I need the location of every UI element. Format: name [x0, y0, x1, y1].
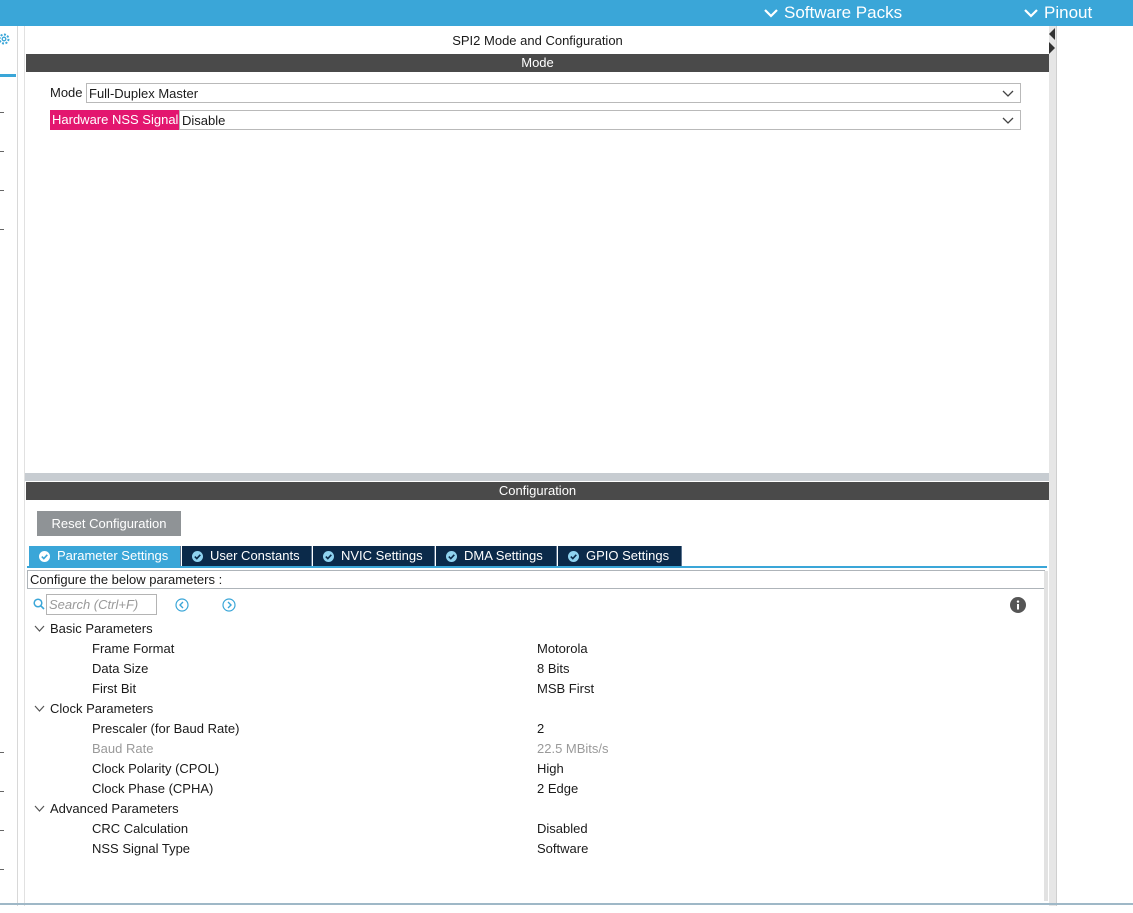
search-icon: [33, 598, 45, 610]
tab-dma-settings[interactable]: DMA Settings: [436, 546, 557, 566]
tab-label: NVIC Settings: [341, 548, 423, 563]
mode-label: Mode: [50, 85, 83, 100]
param-name: Prescaler (for Baud Rate): [92, 721, 240, 736]
param-value[interactable]: Disabled: [537, 819, 588, 839]
tree-group-basic-parameters[interactable]: Basic Parameters: [34, 619, 153, 639]
arrow-left-circle-icon[interactable]: [175, 598, 189, 612]
hardware-nss-signal-label: Hardware NSS Signal: [50, 110, 181, 130]
tab-underline: [27, 566, 1047, 568]
param-name: First Bit: [92, 681, 137, 696]
divider: [0, 791, 4, 792]
chevron-down-icon: [764, 9, 778, 18]
collapse-arrow-icon[interactable]: [1049, 28, 1056, 54]
hardware-nss-signal-select[interactable]: Disable: [179, 110, 1021, 130]
mode-select-value: Full-Duplex Master: [89, 86, 199, 101]
tree-group-clock-parameters[interactable]: Clock Parameters: [34, 699, 153, 719]
group-label: Clock Parameters: [50, 701, 154, 716]
window-bottom-border: [0, 903, 1133, 905]
tab-label: User Constants: [210, 548, 300, 563]
configuration-section-bar: Configuration: [26, 482, 1049, 500]
check-circle-icon: [568, 550, 579, 562]
divider: [0, 752, 4, 753]
tree-group-advanced-parameters[interactable]: Advanced Parameters: [34, 799, 179, 819]
panel-resize-gutter[interactable]: [1049, 26, 1056, 906]
top-toolbar: Software Packs Pinout: [0, 0, 1133, 26]
param-name: NSS Signal Type: [92, 841, 191, 856]
tab-parameter-settings[interactable]: Parameter Settings: [29, 546, 181, 566]
divider: [0, 830, 4, 831]
pinout-label: Pinout: [1044, 3, 1093, 22]
param-name: Frame Format: [92, 641, 175, 656]
param-name: Baud Rate: [92, 741, 154, 756]
spi2-mode-config-panel: SPI2 Mode and Configuration Mode Mode Fu…: [24, 26, 1050, 906]
param-value[interactable]: High: [537, 759, 564, 779]
selected-indicator: [0, 74, 16, 77]
param-value[interactable]: MSB First: [537, 679, 594, 699]
check-circle-icon: [323, 550, 334, 562]
param-value[interactable]: 2 Edge: [537, 779, 578, 799]
tab-user-constants[interactable]: User Constants: [182, 546, 312, 566]
divider: [0, 151, 4, 152]
configure-instructions: Configure the below parameters :: [27, 570, 1045, 589]
software-packs-label: Software Packs: [784, 3, 903, 22]
chevron-down-icon: [34, 705, 45, 712]
param-name: CRC Calculation: [92, 821, 189, 836]
right-pinout-pane: [1056, 26, 1133, 906]
param-name: Data Size: [92, 661, 149, 676]
divider: [0, 112, 4, 113]
param-value[interactable]: 2: [537, 719, 544, 739]
chevron-down-icon: [34, 805, 45, 812]
param-name: Clock Phase (CPHA): [92, 781, 214, 796]
check-circle-icon: [192, 550, 203, 562]
chevron-down-icon: [34, 625, 45, 632]
divider: [0, 190, 4, 191]
tab-gpio-settings[interactable]: GPIO Settings: [558, 546, 682, 566]
info-icon[interactable]: [1010, 597, 1026, 613]
search-input[interactable]: Search (Ctrl+F): [46, 594, 157, 615]
pinout-menu[interactable]: Pinout: [1024, 3, 1092, 23]
param-value[interactable]: Motorola: [537, 639, 588, 659]
chevron-down-icon: [1002, 117, 1014, 124]
divider: [0, 869, 4, 870]
left-category-strip: [0, 26, 18, 906]
nss-select-value: Disable: [182, 113, 226, 128]
group-label: Basic Parameters: [50, 621, 153, 636]
reset-configuration-button[interactable]: Reset Configuration: [37, 511, 181, 536]
panel-title: SPI2 Mode and Configuration: [452, 33, 623, 48]
arrow-right-circle-icon[interactable]: [222, 598, 236, 612]
param-value: 22.5 MBits/s: [537, 741, 609, 756]
group-label: Advanced Parameters: [50, 801, 179, 816]
tab-nvic-settings[interactable]: NVIC Settings: [313, 546, 435, 566]
chevron-down-icon: [1002, 90, 1014, 97]
scrollbar[interactable]: [1044, 571, 1048, 901]
param-value[interactable]: 8 Bits: [537, 659, 570, 679]
tab-label: Parameter Settings: [57, 548, 169, 563]
mode-select[interactable]: Full-Duplex Master: [86, 83, 1021, 103]
param-value[interactable]: Software: [537, 839, 588, 859]
check-circle-icon: [446, 550, 457, 562]
panel-splitter[interactable]: [25, 473, 1050, 481]
param-name: Clock Polarity (CPOL): [92, 761, 220, 776]
tab-label: DMA Settings: [464, 548, 543, 563]
check-circle-icon: [39, 550, 50, 562]
tab-label: GPIO Settings: [586, 548, 670, 563]
software-packs-menu[interactable]: Software Packs: [764, 3, 902, 23]
divider: [0, 229, 4, 230]
gear-icon[interactable]: [0, 31, 12, 47]
mode-section-bar: Mode: [26, 54, 1049, 72]
chevron-down-icon: [1024, 9, 1038, 18]
